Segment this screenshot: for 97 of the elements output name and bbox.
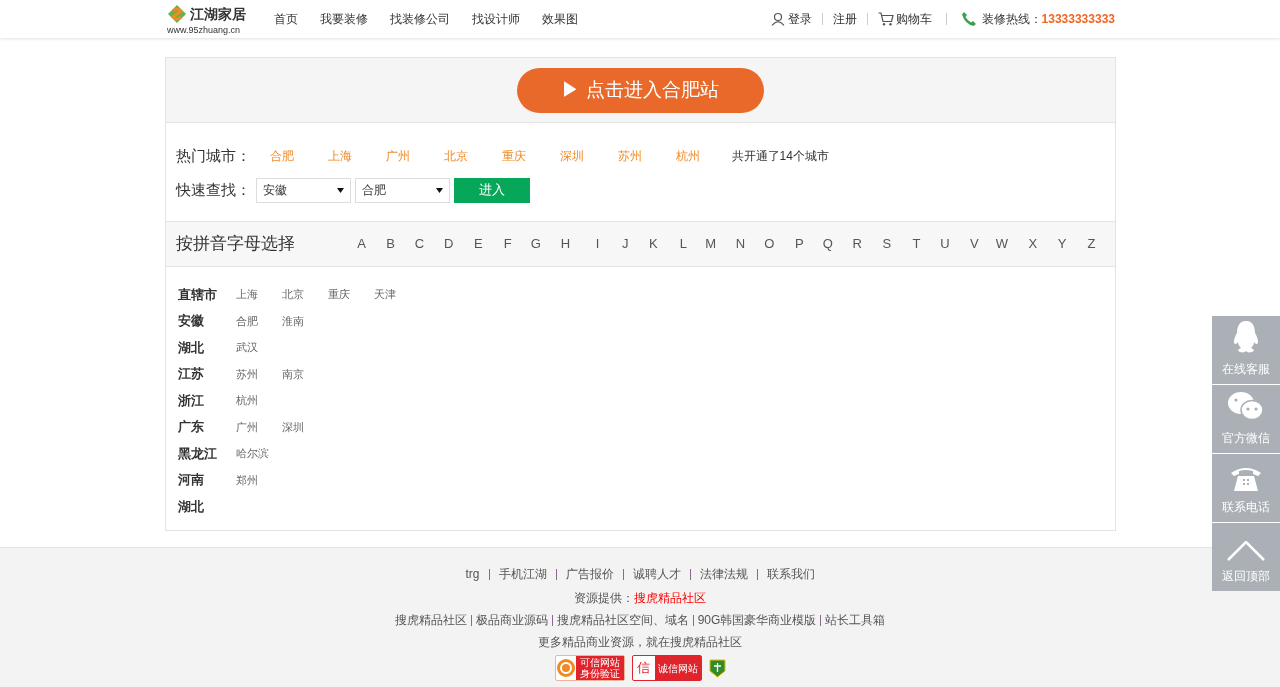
up-chevron-icon (1227, 541, 1265, 561)
footer-link[interactable]: 联系我们 (766, 565, 815, 583)
footer-link[interactable]: 搜虎精品社区 (394, 611, 467, 629)
province-name: 浙江 (177, 391, 205, 410)
badge-title: 诚信网站 (654, 656, 701, 680)
footer-link[interactable]: 法律法规 (699, 565, 748, 583)
nav-link[interactable]: 效果图 (542, 10, 578, 28)
city-link[interactable]: 上海 (235, 286, 282, 303)
letter-link[interactable]: F (482, 234, 512, 254)
letter-link[interactable]: N (716, 234, 746, 254)
letter-link[interactable]: H (540, 234, 571, 254)
city-link[interactable]: 南京 (281, 365, 328, 382)
city-link[interactable]: 苏州 (235, 365, 282, 382)
letter-link[interactable]: D (424, 234, 454, 254)
footer-link[interactable]: 广告报价 (565, 565, 614, 583)
city-link[interactable]: 杭州 (235, 392, 282, 409)
quick-find-label: 快速查找： (175, 179, 252, 200)
dropdown-caret-icon (435, 187, 443, 193)
city-count-text: 共开通了14个城市 (731, 148, 829, 166)
letter-link[interactable]: Z (1066, 234, 1096, 254)
hot-cities-label: 热门城市： (175, 146, 252, 166)
nav-link[interactable]: 首页 (274, 10, 298, 28)
letter-link[interactable]: O (745, 234, 775, 254)
nav-link[interactable]: 找设计师 (472, 10, 520, 28)
phone-icon (960, 11, 977, 27)
cart-icon (877, 12, 894, 26)
footer-link[interactable]: 搜虎精品社区空间、域名 (556, 611, 689, 629)
city-link[interactable]: 北京 (281, 286, 328, 303)
letter-link[interactable]: T (891, 234, 921, 254)
source-label: 资源提供： (574, 590, 634, 607)
badge-title: 可信网站 (579, 657, 620, 668)
letter-link[interactable]: J (599, 234, 629, 254)
province-name: 河南 (177, 471, 205, 489)
shield-badge-icon[interactable] (708, 658, 726, 678)
letter-link[interactable]: Q (803, 234, 833, 254)
nav-link[interactable]: 找装修公司 (390, 10, 450, 28)
cart-link[interactable]: 购物车 (877, 10, 932, 28)
dropdown-caret-icon (336, 187, 344, 193)
logo-url: www.95zhuang.cn (167, 25, 242, 35)
letter-link[interactable]: V (949, 234, 979, 254)
hotline-number: 13333333333 (1041, 11, 1115, 28)
letter-link[interactable]: I (570, 234, 600, 254)
letter-link[interactable]: W (978, 234, 1008, 254)
hotline-label: 装修热线： (981, 11, 1042, 28)
user-icon (770, 12, 785, 26)
credit-site-badge[interactable]: 信 诚信网站 (631, 655, 702, 681)
letter-link[interactable]: Y (1037, 234, 1067, 254)
city-link[interactable]: 合肥 (235, 312, 282, 329)
letter-link[interactable]: P (774, 234, 804, 254)
footer-slogan: 更多精品商业资源，就在搜虎精品社区 (538, 634, 742, 651)
penguin-icon (1231, 320, 1261, 354)
logo-text[interactable]: 江湖家居 (190, 6, 246, 21)
letter-link[interactable]: A (336, 234, 366, 254)
city-link[interactable]: 深圳 (281, 418, 328, 435)
footer-link[interactable]: trg (465, 565, 480, 583)
city-link[interactable]: 哈尔滨 (235, 445, 282, 462)
city-link[interactable]: 淮南 (281, 312, 328, 329)
letter-link[interactable]: C (395, 234, 425, 254)
letter-link[interactable]: U (920, 234, 950, 254)
source-link[interactable]: 搜虎精品社区 (634, 589, 706, 607)
province-select[interactable]: 安徽 (255, 177, 351, 203)
city-link[interactable]: 天津 (373, 286, 420, 303)
footer-link[interactable]: 站长工具箱 (825, 611, 886, 629)
nav-link[interactable]: 我要装修 (320, 10, 368, 28)
footer-link[interactable]: 极品商业源码 (475, 611, 548, 629)
pinyin-title: 按拼音字母选择 (175, 233, 295, 256)
city-link[interactable]: 武汉 (235, 339, 282, 356)
letter-link[interactable]: M (686, 234, 717, 254)
letter-link[interactable]: E (453, 234, 483, 254)
city-select[interactable]: 合肥 (354, 177, 450, 203)
province-name: 黑龙江 (177, 444, 218, 463)
letter-link[interactable]: S (862, 234, 892, 254)
footer-link[interactable]: 手机江湖 (498, 565, 547, 583)
letter-link[interactable]: K (628, 234, 658, 254)
province-name: 江苏 (177, 365, 205, 383)
province-name: 湖北 (177, 497, 205, 516)
footer-link[interactable]: 诚聘人才 (632, 565, 681, 583)
letter-link[interactable]: B (365, 234, 395, 254)
trusted-site-badge[interactable]: 可信网站 身份验证 (554, 655, 625, 681)
footer-link[interactable]: 90G韩国豪华商业模版 (697, 611, 817, 629)
city-link[interactable]: 广州 (235, 418, 282, 435)
province-name: 湖北 (177, 338, 205, 357)
seal-icon (555, 658, 576, 678)
login-link[interactable]: 登录 (770, 10, 812, 28)
letter-link[interactable]: X (1007, 234, 1038, 254)
province-name: 安徽 (177, 312, 205, 330)
letter-link[interactable]: R (832, 234, 862, 254)
register-link[interactable]: 注册 (832, 10, 857, 28)
letter-link[interactable]: G (511, 234, 541, 254)
logo-icon (167, 3, 187, 24)
letter-link[interactable]: L (657, 234, 687, 254)
city-link[interactable]: 郑州 (235, 471, 282, 488)
badge-subtitle: 身份验证 (579, 668, 620, 679)
province-name: 广东 (177, 418, 205, 436)
badge-mark: 信 (636, 659, 651, 678)
province-name: 直辖市 (177, 285, 218, 304)
city-link[interactable]: 重庆 (327, 286, 374, 303)
